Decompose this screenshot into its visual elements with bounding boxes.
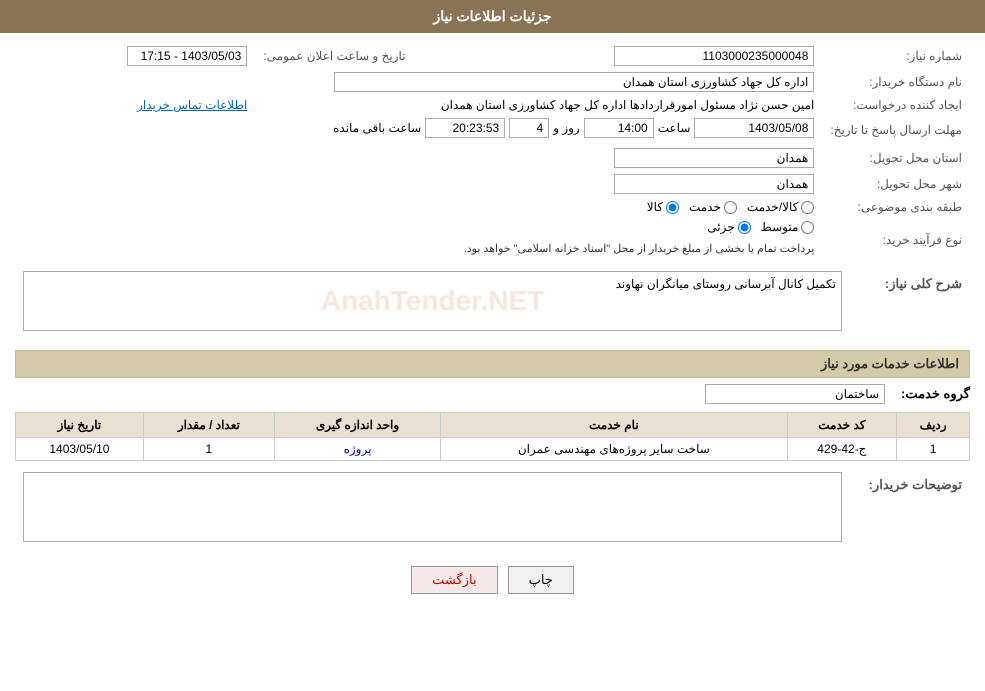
province-label: استان محل تحویل: (822, 145, 970, 171)
need-desc-label: شرح کلی نیاز: (850, 268, 970, 340)
announce-date-label: تاریخ و ساعت اعلان عمومی: (255, 43, 413, 69)
process-note: پرداخت تمام یا بخشی از مبلغ خریدار از مح… (23, 238, 814, 259)
province-input (614, 148, 814, 168)
proc-motawaset-label: متوسط (761, 220, 799, 234)
deadline-day-label: روز و (553, 121, 580, 135)
back-button[interactable]: بازگشت (411, 566, 497, 594)
cell-date: 1403/05/10 (16, 438, 144, 461)
deadline-day-input (509, 118, 549, 138)
col-service-name: نام خدمت (441, 413, 787, 438)
cat-kala-radio[interactable] (666, 201, 679, 214)
proc-jozee-label: جزئی (707, 220, 734, 234)
deadline-time-input (584, 118, 654, 138)
need-number-label: شماره نیاز: (822, 43, 970, 69)
cat-khadamat-radio[interactable] (724, 201, 737, 214)
col-need-date: تاریخ نیاز (16, 413, 144, 438)
proc-motawaset-radio[interactable] (801, 221, 814, 234)
col-service-code: کد خدمت (787, 413, 897, 438)
cell-name: ساخت سایر پروژه‌های مهندسی عمران (441, 438, 787, 461)
cat-kala-item: کالا (647, 200, 679, 214)
col-quantity: تعداد / مقدار (143, 413, 274, 438)
service-group-input (705, 384, 885, 404)
process-label: نوع فرآیند خرید: (822, 217, 970, 262)
proc-jozee-radio[interactable] (738, 221, 751, 234)
cat-kala-label: کالا (647, 200, 663, 214)
service-group-label: گروه خدمت: (893, 386, 970, 402)
creator-label: ایجاد کننده درخواست: (822, 95, 970, 115)
cat-kala-khadamat-item: کالا/خدمت (747, 200, 814, 214)
need-number-input (614, 46, 814, 66)
deadline-label: مهلت ارسال پاسخ تا تاریخ: (822, 115, 970, 145)
services-section-title: اطلاعات خدمات مورد نیاز (15, 350, 970, 378)
creator-name: امین حسن نژاد مسئول امورقراردادها اداره … (441, 98, 815, 112)
city-input (614, 174, 814, 194)
buyer-desc-label: توضیحات خریدار: (850, 469, 970, 551)
cat-khadamat-label: خدمت (689, 200, 721, 214)
city-label: شهر محل تحویل: (822, 171, 970, 197)
buyer-org-input (334, 72, 814, 92)
cat-khadamat-item: خدمت (689, 200, 737, 214)
buyer-desc-area (23, 472, 842, 542)
cell-row: 1 (897, 438, 970, 461)
cell-code: ج-42-429 (787, 438, 897, 461)
proc-jozee-item: جزئی (707, 220, 750, 234)
services-table: ردیف کد خدمت نام خدمت واحد اندازه گیری ت… (15, 412, 970, 461)
cat-kala-khadamat-label: کالا/خدمت (747, 200, 798, 214)
need-desc-area: تکمیل کانال آبرسانی روستای میانگران نهاو… (23, 271, 842, 331)
cat-kala-khadamat-radio[interactable] (801, 201, 814, 214)
proc-motawaset-item: متوسط (761, 220, 815, 234)
contact-link[interactable]: اطلاعات تماس خریدار (137, 98, 247, 112)
buyer-org-label: نام دستگاه خریدار: (822, 69, 970, 95)
table-row: 1ج-42-429ساخت سایر پروژه‌های مهندسی عمرا… (16, 438, 970, 461)
cell-unit: پروژه (274, 438, 440, 461)
print-button[interactable]: چاپ (508, 566, 574, 594)
deadline-remaining-label: ساعت باقی مانده (333, 121, 421, 135)
col-unit: واحد اندازه گیری (274, 413, 440, 438)
deadline-date-input (694, 118, 814, 138)
page-header: جزئیات اطلاعات نیاز (0, 0, 985, 33)
category-label: طبقه بندی موضوعی: (822, 197, 970, 217)
deadline-time-label: ساعت (658, 121, 691, 135)
watermark-logo: AnahTender.NET (321, 285, 545, 317)
need-desc-text: تکمیل کانال آبرسانی روستای میانگران نهاو… (616, 277, 836, 291)
announce-date-input (127, 46, 247, 66)
cell-quantity: 1 (143, 438, 274, 461)
deadline-remaining-input (425, 118, 505, 138)
col-row-num: ردیف (897, 413, 970, 438)
